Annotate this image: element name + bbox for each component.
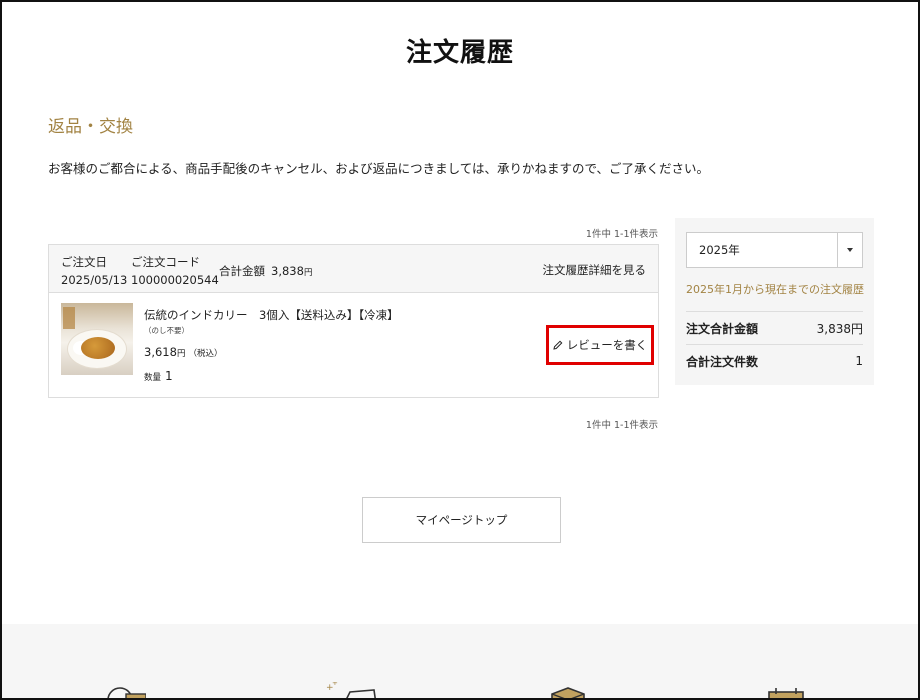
stat-order-count: 合計注文件数 1 (686, 344, 863, 377)
product-note: （のし不要） (144, 326, 189, 335)
product-tax-note: （税込） (188, 349, 223, 359)
write-review-label: レビューを書く (566, 338, 648, 352)
pager-bottom: 1件中 1-1件表示 (585, 420, 658, 431)
order-date-value: 2025/05/13 (61, 273, 128, 287)
order-total: 合計金額 3,838円 (219, 262, 312, 282)
order-total-label: 合計金額 (219, 264, 265, 278)
order-total-value: 3,838 (271, 264, 304, 278)
product-image (61, 303, 133, 375)
calendar-icon (768, 688, 804, 698)
order-date: ご注文日 2025/05/13 (61, 253, 127, 289)
write-review-button[interactable]: レビューを書く (546, 325, 654, 365)
page-title: 注文履歴 (405, 38, 514, 68)
product-price-value: 3,618 (144, 345, 177, 359)
order-item: 伝統のインドカリー 3個入【送料込み】【冷凍】 （のし不要） 3,618円 （税込… (49, 293, 658, 397)
returns-notice: お客様のご都合による、商品手配後のキャンセル、および返品につきましては、承りかね… (48, 161, 710, 176)
product-price-unit: 円 (176, 349, 186, 359)
quantity-label: 数量 (144, 373, 162, 383)
order-card: ご注文日 2025/05/13 ご注文コード 100000020544 合計金額… (48, 244, 659, 398)
footer-band: + + (2, 624, 918, 698)
svg-text:+: + (332, 682, 338, 687)
range-text: 2025年1月から現在までの注文履歴 (686, 283, 864, 296)
returns-heading: 返品・交換 (48, 117, 133, 137)
order-date-label: ご注文日 (61, 255, 107, 269)
product-quantity: 数量 1 (144, 369, 173, 383)
order-code-value: 100000020544 (131, 273, 219, 287)
box-icon (551, 687, 585, 698)
stat-total-amount: 注文合計金額 3,838円 (686, 311, 863, 344)
stat-value: 1 (855, 354, 863, 368)
pencil-icon (553, 340, 563, 350)
order-header: ご注文日 2025/05/13 ご注文コード 100000020544 合計金額… (49, 245, 658, 293)
year-select[interactable]: 2025年 (686, 232, 863, 268)
chevron-down-icon[interactable] (837, 233, 862, 267)
stat-value: 3,838円 (816, 321, 863, 336)
card-icon: + + (326, 682, 376, 698)
stat-label: 注文合計金額 (686, 321, 759, 336)
order-code: ご注文コード 100000020544 (131, 253, 219, 289)
pager-top: 1件中 1-1件表示 (585, 229, 658, 240)
order-code-label: ご注文コード (131, 255, 200, 269)
stat-label: 合計注文件数 (686, 354, 759, 369)
page-frame: 注文履歴 返品・交換 お客様のご都合による、商品手配後のキャンセル、および返品に… (0, 0, 920, 700)
order-total-unit: 円 (303, 268, 313, 278)
yen-icon (107, 687, 146, 698)
quantity-value: 1 (165, 369, 173, 383)
order-detail-link[interactable]: 注文履歴詳細を見る (543, 262, 647, 278)
order-filter-panel: 2025年 2025年1月から現在までの注文履歴 注文合計金額 3,838円 合… (675, 218, 874, 385)
year-select-value: 2025年 (699, 243, 740, 257)
product-name: 伝統のインドカリー 3個入【送料込み】【冷凍】 (144, 308, 399, 322)
product-price: 3,618円 （税込） (144, 345, 222, 359)
mypage-top-button[interactable]: マイページトップ (362, 497, 561, 543)
